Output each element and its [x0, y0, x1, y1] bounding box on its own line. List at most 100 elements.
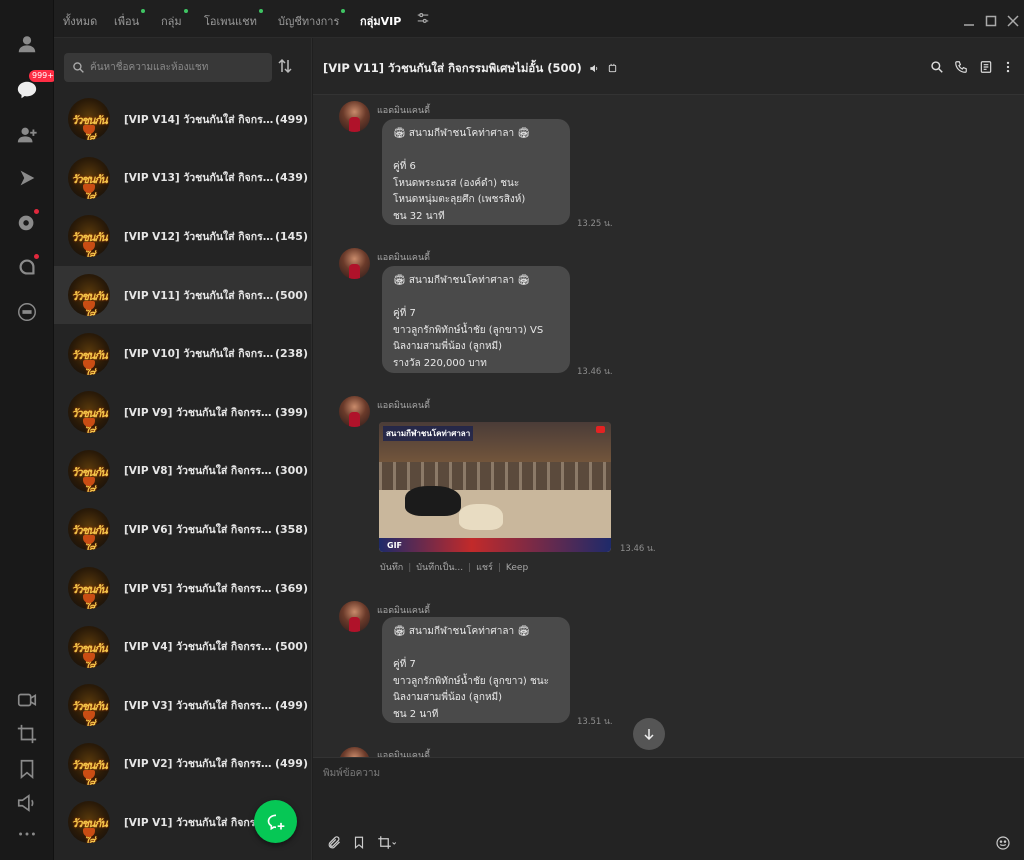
chat-list-item[interactable]: วัวชนกันใส่ [VIP V2] วัวชนกันใส่ กิจกรรมพ… — [54, 735, 312, 794]
image-message[interactable]: สนามกีฬาชนโคท่าศาลา GIF — [379, 422, 611, 552]
notes-icon[interactable] — [979, 59, 995, 75]
sender-name: แอดมินแคนดี้ — [377, 401, 430, 411]
keep-link[interactable]: Keep — [493, 563, 528, 573]
sender-name: แอดมินแคนดี้ — [377, 106, 430, 116]
chat-list-item[interactable]: วัวชนกันใส่ [VIP V3] วัวชนกันใส่ กิจกรรมพ… — [54, 676, 312, 735]
message-line: โหนดหนุ่มตะลุยศึก (เพชรสิงห์) — [393, 194, 526, 205]
add-friend-icon[interactable] — [13, 121, 41, 149]
image-caption: สนามกีฬาชนโคท่าศาลา — [383, 426, 474, 441]
line-logo-icon[interactable] — [13, 298, 41, 326]
chat-title[interactable]: [VIP V11] วัวชนกันใส่ กิจกรรมพิเศษไม่อั้… — [323, 60, 618, 78]
message-line: โหนดพระณรส (องค์ดำ) ชนะ — [393, 177, 520, 189]
bookmark-icon[interactable] — [352, 835, 368, 851]
emoji-icon[interactable] — [995, 835, 1011, 851]
chat-list-item[interactable]: วัวชนกันใส่ [VIP V4] วัวชนกันใส่ กิจกรรมพ… — [54, 617, 312, 676]
tab-settings-icon[interactable] — [416, 11, 430, 28]
video-call-icon[interactable] — [13, 686, 41, 714]
screenshot-dropdown-icon[interactable] — [376, 835, 398, 851]
member-count: (499) — [274, 112, 308, 126]
tab-friends[interactable]: เพื่อน — [114, 9, 146, 30]
line-app-window: 999+ ทั้งหมด เพื่อน กลุ่ม โอเพนแชท บัญชี… — [0, 0, 1024, 860]
message-line: ชน 2 นาที — [393, 708, 439, 720]
chat-list-pane: วัวชนกันใส่ [VIP V14] วัวชนกันใส่ กิจกรรม… — [54, 38, 312, 860]
member-count — [304, 816, 308, 829]
chat-list-item[interactable]: วัวชนกันใส่ [VIP V5] วัวชนกันใส่ กิจกรรมพ… — [54, 559, 312, 618]
chat-list-item[interactable]: วัวชนกันใส่ [VIP V6] วัวชนกันใส่ กิจกรรมพ… — [54, 500, 312, 559]
new-chat-button[interactable] — [254, 800, 297, 843]
more-icon[interactable] — [13, 820, 41, 848]
sender-avatar[interactable] — [339, 747, 370, 757]
message-line: คู่ที่ 6 — [393, 161, 416, 172]
sender-avatar[interactable] — [339, 601, 370, 632]
new-dot — [341, 9, 346, 13]
message-bubble[interactable]: 🏟 สนามกีฬาชนโคท่าศาลา 🏟 คู่ที่ 6 โหนดพระ… — [382, 119, 570, 225]
chat-list-item[interactable]: วัวชนกันใส่ [VIP V8] วัวชนกันใส่ กิจกรรมพ… — [54, 442, 312, 501]
save-as-link[interactable]: บันทึกเป็น... — [403, 563, 463, 573]
message-line: ขาวลูกรักพิทักษ์น้ำชัย (ลูกขาว) ชนะ — [393, 675, 550, 687]
chat-name: [VIP V6] วัวชนกันใส่ กิจกรรมพิเศษ — [124, 523, 274, 536]
chat-list-item[interactable]: วัวชนกันใส่ [VIP V13] วัวชนกันใส่ กิจกรรม… — [54, 149, 312, 208]
new-dot — [141, 9, 146, 13]
keep-icon[interactable] — [13, 755, 41, 783]
tab-bar: ทั้งหมด เพื่อน กลุ่ม โอเพนแชท บัญชีทางกา… — [54, 0, 1024, 42]
group-avatar: วัวชนกันใส่ — [68, 98, 110, 141]
message-line: นิลงามสามพี่น้อง (ลูกหมี) — [393, 341, 503, 352]
sort-icon[interactable] — [278, 58, 294, 76]
chat-name: [VIP V4] วัวชนกันใส่ กิจกรรมพิเศษ — [124, 641, 274, 654]
chat-list-item[interactable]: วัวชนกันใส่ [VIP V12] วัวชนกันใส่ กิจกรรม… — [54, 207, 312, 266]
message-bubble[interactable]: 🏟 สนามกีฬาชนโคท่าศาลา 🏟 คู่ที่ 7 ขาวลูกร… — [382, 617, 570, 723]
message-input[interactable] — [323, 766, 1013, 816]
message-time: 13.46 น. — [577, 367, 613, 377]
tab-official[interactable]: บัญชีทางการ — [278, 9, 346, 30]
share-link[interactable]: แชร์ — [463, 563, 493, 573]
message-bubble[interactable]: 🏟 สนามกีฬาชนโคท่าศาลา 🏟 คู่ที่ 7 ขาวลูกร… — [382, 266, 570, 373]
chat-list-item[interactable]: วัวชนกันใส่ [VIP V11] วัวชนกันใส่ กิจกรรม… — [54, 265, 312, 325]
message-time: 13.46 น. — [620, 544, 656, 554]
bull-logo-icon — [83, 652, 95, 662]
menu-more-icon[interactable] — [1001, 59, 1017, 75]
chat-list-item[interactable]: วัวชนกันใส่ [VIP V14] วัวชนกันใส่ กิจกรรม… — [54, 90, 312, 149]
chat-menu-icon — [608, 63, 616, 73]
chat-name: [VIP V11] วัวชนกันใส่ กิจกรรมพิเศษ — [124, 289, 274, 302]
member-count: (500) — [274, 288, 308, 302]
minimize-icon[interactable] — [963, 12, 975, 31]
video-logo-icon — [596, 426, 605, 433]
sender-avatar[interactable] — [339, 101, 370, 132]
call-icon[interactable] — [954, 59, 970, 75]
message-time: 13.51 น. — [577, 717, 613, 727]
scroll-down-button[interactable] — [633, 718, 665, 750]
friends-icon[interactable] — [13, 30, 41, 58]
chats-icon[interactable]: 999+ — [13, 70, 57, 104]
tab-label: ทั้งหมด — [63, 15, 98, 28]
openchat-icon[interactable] — [13, 253, 41, 281]
maximize-icon[interactable] — [985, 12, 997, 31]
chat-list-item[interactable]: วัวชนกันใส่ [VIP V9] วัวชนกันใส่ กิจกรรมพ… — [54, 383, 312, 442]
group-avatar: วัวชนกันใส่ — [68, 684, 110, 727]
member-count: (300) — [274, 464, 308, 478]
chat-list-item[interactable]: วัวชนกันใส่ [VIP V10] วัวชนกันใส่ กิจกรรม… — [54, 324, 312, 383]
sender-avatar[interactable] — [339, 396, 370, 427]
save-image-link[interactable]: บันทึก — [380, 563, 403, 573]
screenshot-icon[interactable] — [13, 720, 41, 748]
close-icon[interactable] — [1007, 12, 1019, 31]
voom-icon[interactable] — [13, 164, 41, 192]
attach-icon[interactable] — [327, 835, 343, 851]
group-avatar: วัวชนกันใส่ — [68, 742, 110, 785]
search-chat-icon[interactable] — [930, 59, 946, 75]
sender-avatar[interactable] — [339, 248, 370, 279]
today-icon[interactable] — [13, 208, 41, 236]
new-dot — [258, 9, 263, 13]
member-count: (439) — [274, 171, 308, 185]
tab-label: กลุ่มVIP — [360, 15, 402, 28]
tab-groups[interactable]: กลุ่ม — [161, 9, 188, 30]
tab-all[interactable]: ทั้งหมด — [63, 12, 97, 30]
unread-badge: 999+ — [29, 70, 57, 82]
tab-openchat[interactable]: โอเพนแชท — [204, 9, 263, 30]
message-composer — [313, 757, 1024, 860]
message-line: ชน 32 นาที — [393, 210, 445, 222]
black-bull-image — [405, 486, 461, 516]
tab-vip-group[interactable]: กลุ่มVIP — [360, 12, 402, 42]
search-input[interactable] — [90, 53, 268, 82]
chat-name: [VIP V1] วัวชนกันใส่ กิจกรรมพิเศษ — [124, 816, 274, 829]
announcement-icon[interactable] — [13, 789, 41, 817]
